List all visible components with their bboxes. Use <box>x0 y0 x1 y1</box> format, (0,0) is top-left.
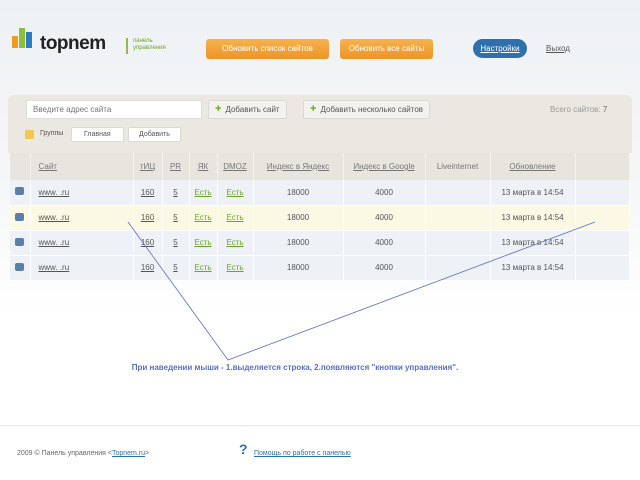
footer-copyright: 2009 © Панель управления <Topnem.ru> <box>17 450 149 457</box>
annotation-pointer <box>127 221 596 361</box>
help-link[interactable]: Помощь по работе с панелью <box>254 450 351 457</box>
help-icon: ? <box>239 441 248 457</box>
annotation-text: При наведении мыши - 1.выделяется строка… <box>131 363 459 372</box>
topnem-link[interactable]: Topnem.ru <box>112 450 145 457</box>
footer-divider <box>0 425 640 426</box>
annotation-lines <box>127 221 596 361</box>
copyright-text: 2009 © Панель управления < <box>17 450 112 457</box>
copyright-close: > <box>145 450 150 457</box>
